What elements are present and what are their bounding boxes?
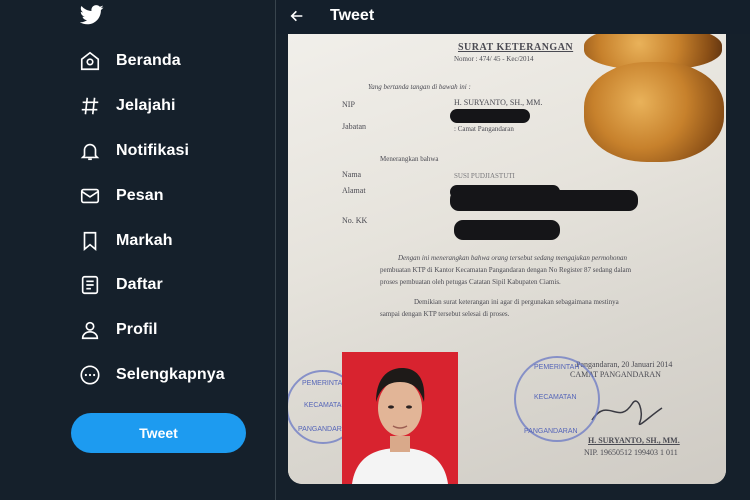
nav-item-markah[interactable]: Markah [78,223,173,259]
nav-item-pesan[interactable]: Pesan [78,178,164,214]
stamp-text: KECAMATAN [534,394,577,401]
twitter-logo-icon[interactable] [79,5,104,25]
arrow-left-icon [290,10,303,22]
doc-title: SURAT KETERANGAN [458,42,574,53]
redaction-bar [450,190,638,211]
tweet-button[interactable]: Tweet [71,413,246,453]
doc-intro: Yang bertanda tangan di bawah ini : [368,83,471,91]
home-icon [78,49,102,73]
nav-label: Pesan [116,187,164,204]
signer-name: H. SURYANTO, SH., MM. [588,436,680,445]
nama-value: SUSI PUDJIASTUTI [454,172,515,180]
redaction-bar [450,109,530,123]
header: Tweet [276,0,750,34]
nav-item-notifikasi[interactable]: Notifikasi [78,133,189,169]
menerangkan-text: Menerangkan bahwa [380,155,439,163]
main-column: Tweet SURAT KETERANGAN Nomor : 474/ 45 -… [276,0,750,500]
nav-label: Markah [116,232,173,249]
sidebar: Beranda Jelajahi Notifikasi Pesan Markah… [0,0,275,500]
stamp-text: PEMERINTAH [302,380,348,387]
more-circle-icon [78,363,102,387]
bookmark-icon [78,229,102,253]
stamp-text: PANGANDARAN [524,428,578,435]
right-gutter [726,34,750,500]
person-icon [78,318,102,342]
nav-label: Profil [116,321,158,338]
nav-item-selengkapnya[interactable]: Selengkapnya [78,357,225,393]
paragraph-line: proses pembuatan oleh petugas Catatan Si… [380,278,561,286]
jabatan-label: Jabatan [342,122,366,131]
nav-label: Jelajahi [116,97,176,114]
nav-item-jelajahi[interactable]: Jelajahi [78,88,176,124]
stamp-text: PEMERINTAH [534,364,580,371]
paragraph-line: pembuatan KTP di Kantor Kecamatan Pangan… [380,266,632,274]
paragraph-line: Demikian surat keterangan ini agar di pe… [414,298,619,306]
nav-label: Selengkapnya [116,366,225,383]
envelope-icon [78,184,102,208]
nama-label: Nama [342,170,362,179]
nav-item-daftar[interactable]: Daftar [78,267,163,303]
fried-food [584,62,724,162]
jabatan-value: : Camat Pangandaran [454,125,514,133]
paragraph-line: Dengan ini menerangkan bahwa orang terse… [398,254,628,262]
page-title: Tweet [330,7,375,24]
nav-label: Daftar [116,276,163,293]
hashtag-icon [78,94,102,118]
paragraph-line: sampai dengan KTP tersebut selesai di pr… [380,310,510,318]
doc-number: Nomor : 474/ 45 - Kec/2014 [454,55,534,63]
id-photo [342,352,458,484]
nip-value: H. SURYANTO, SH., MM. [454,98,543,107]
place-date: Pangandaran, 20 Januari 2014 [576,360,673,369]
nav-label: Beranda [116,52,181,69]
signature-scribble [591,400,663,426]
nip-label: NIP [342,100,355,109]
nav-item-profil[interactable]: Profil [78,312,158,348]
nokk-label: No. KK [342,216,368,225]
list-icon [78,273,102,297]
nav-item-beranda[interactable]: Beranda [78,43,181,79]
signer-nip: NIP. 19650512 199403 1 011 [584,448,678,457]
stamp-text: KECAMATAN [304,402,347,409]
bell-icon [78,139,102,163]
tweet-photo[interactable]: SURAT KETERANGAN Nomor : 474/ 45 - Kec/2… [288,34,726,484]
nav-label: Notifikasi [116,142,190,159]
redaction-bar [454,220,560,240]
back-button[interactable] [286,5,308,27]
alamat-label: Alamat [342,186,366,195]
